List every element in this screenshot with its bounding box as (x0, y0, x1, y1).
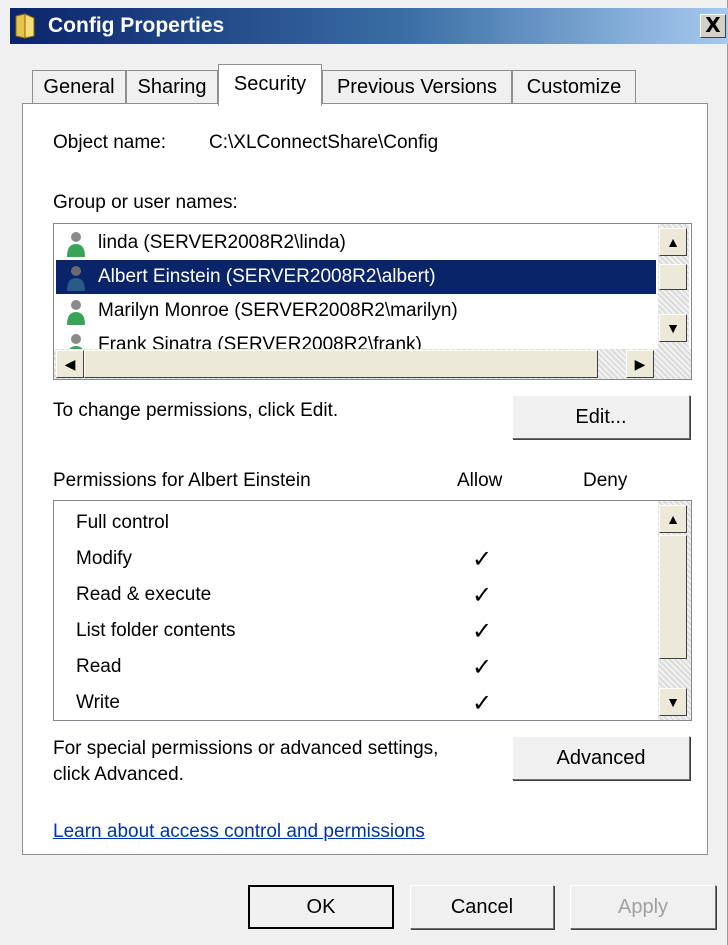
permission-modify: Modify (76, 541, 132, 577)
permission-read-execute: Read & execute (76, 577, 211, 613)
scroll-left-button[interactable]: ◀ (56, 350, 84, 378)
scroll-right-button[interactable]: ▶ (626, 350, 654, 378)
properties-dialog: Config Properties X General Sharing Secu… (0, 0, 728, 945)
permission-read: Read (76, 649, 121, 685)
checkmark-icon: ✓ (472, 617, 493, 645)
ok-button[interactable]: OK (248, 885, 394, 929)
change-permissions-text: To change permissions, click Edit. (53, 400, 339, 421)
scroll-up-button[interactable]: ▲ (659, 505, 687, 533)
special-permissions-text: For special permissions or advanced sett… (53, 738, 439, 759)
permission-list-folder: List folder contents (76, 613, 235, 649)
tab-previous-versions[interactable]: Previous Versions (322, 70, 512, 104)
checkmark-icon: ✓ (472, 545, 493, 573)
permissions-scrollbar-thumb[interactable] (659, 535, 687, 659)
group-user-label: Group or user names: (53, 192, 238, 213)
permissions-for-label: Permissions for Albert Einstein (53, 470, 311, 491)
tab-sharing[interactable]: Sharing (126, 70, 218, 104)
checkmark-icon: ✓ (472, 653, 493, 681)
permission-name: Modify (76, 548, 132, 569)
learn-access-control-link[interactable]: Learn about access control and permissio… (53, 821, 425, 843)
permission-name: List folder contents (76, 620, 236, 641)
permission-name: Full control (76, 512, 169, 533)
checkmark-icon: ✓ (472, 689, 493, 717)
permission-name: Read (76, 656, 122, 677)
special-permissions-text-2: click Advanced. (53, 764, 184, 785)
scroll-down-button[interactable]: ▼ (659, 688, 687, 716)
checkmark-icon: ✓ (472, 581, 493, 609)
user-name: Marilyn Monroe (SERVER2008R2\marilyn) (98, 300, 458, 321)
user-list[interactable]: linda (SERVER2008R2\linda) Albert Einste… (53, 223, 692, 380)
deny-column-header: Deny (583, 470, 628, 491)
user-icon (67, 232, 85, 257)
scroll-up-button[interactable]: ▲ (659, 228, 687, 256)
object-name-value: C:\XLConnectShare\Config (209, 132, 439, 153)
edit-button[interactable]: Edit... (512, 395, 690, 439)
title-bar: Config Properties X (0, 0, 728, 52)
horizontal-scrollbar-thumb[interactable] (84, 350, 598, 378)
close-button[interactable]: X (700, 14, 726, 38)
permission-name: Read & execute (76, 584, 212, 605)
user-name: linda (SERVER2008R2\linda) (98, 232, 346, 253)
tab-customize[interactable]: Customize (512, 70, 636, 104)
advanced-button[interactable]: Advanced (512, 736, 690, 780)
allow-column-header: Allow (457, 470, 503, 491)
list-item-marilyn[interactable]: Marilyn Monroe (SERVER2008R2\marilyn) (56, 294, 656, 328)
user-icon (67, 300, 85, 325)
permissions-list: Full control Modify Read & execute List … (53, 500, 692, 721)
user-name: Albert Einstein (SERVER2008R2\albert) (98, 266, 436, 287)
user-icon (67, 266, 85, 291)
permission-full-control: Full control (76, 505, 169, 541)
tab-security[interactable]: Security (218, 64, 322, 106)
object-name-label: Object name: (53, 132, 166, 153)
cancel-button[interactable]: Cancel (410, 885, 554, 929)
permission-name: Write (76, 692, 120, 713)
scrollbar-thumb[interactable] (659, 264, 687, 290)
window-title: Config Properties (48, 14, 225, 37)
apply-button[interactable]: Apply (570, 885, 716, 929)
list-item-linda[interactable]: linda (SERVER2008R2\linda) (56, 226, 656, 260)
permission-write: Write (76, 685, 120, 720)
tab-general[interactable]: General (32, 70, 126, 104)
scroll-down-button[interactable]: ▼ (659, 314, 687, 342)
security-panel: Object name: C:\XLConnectShare\Config Gr… (22, 103, 708, 855)
list-item-albert[interactable]: Albert Einstein (SERVER2008R2\albert) (56, 260, 656, 294)
folder-icon (15, 13, 35, 39)
